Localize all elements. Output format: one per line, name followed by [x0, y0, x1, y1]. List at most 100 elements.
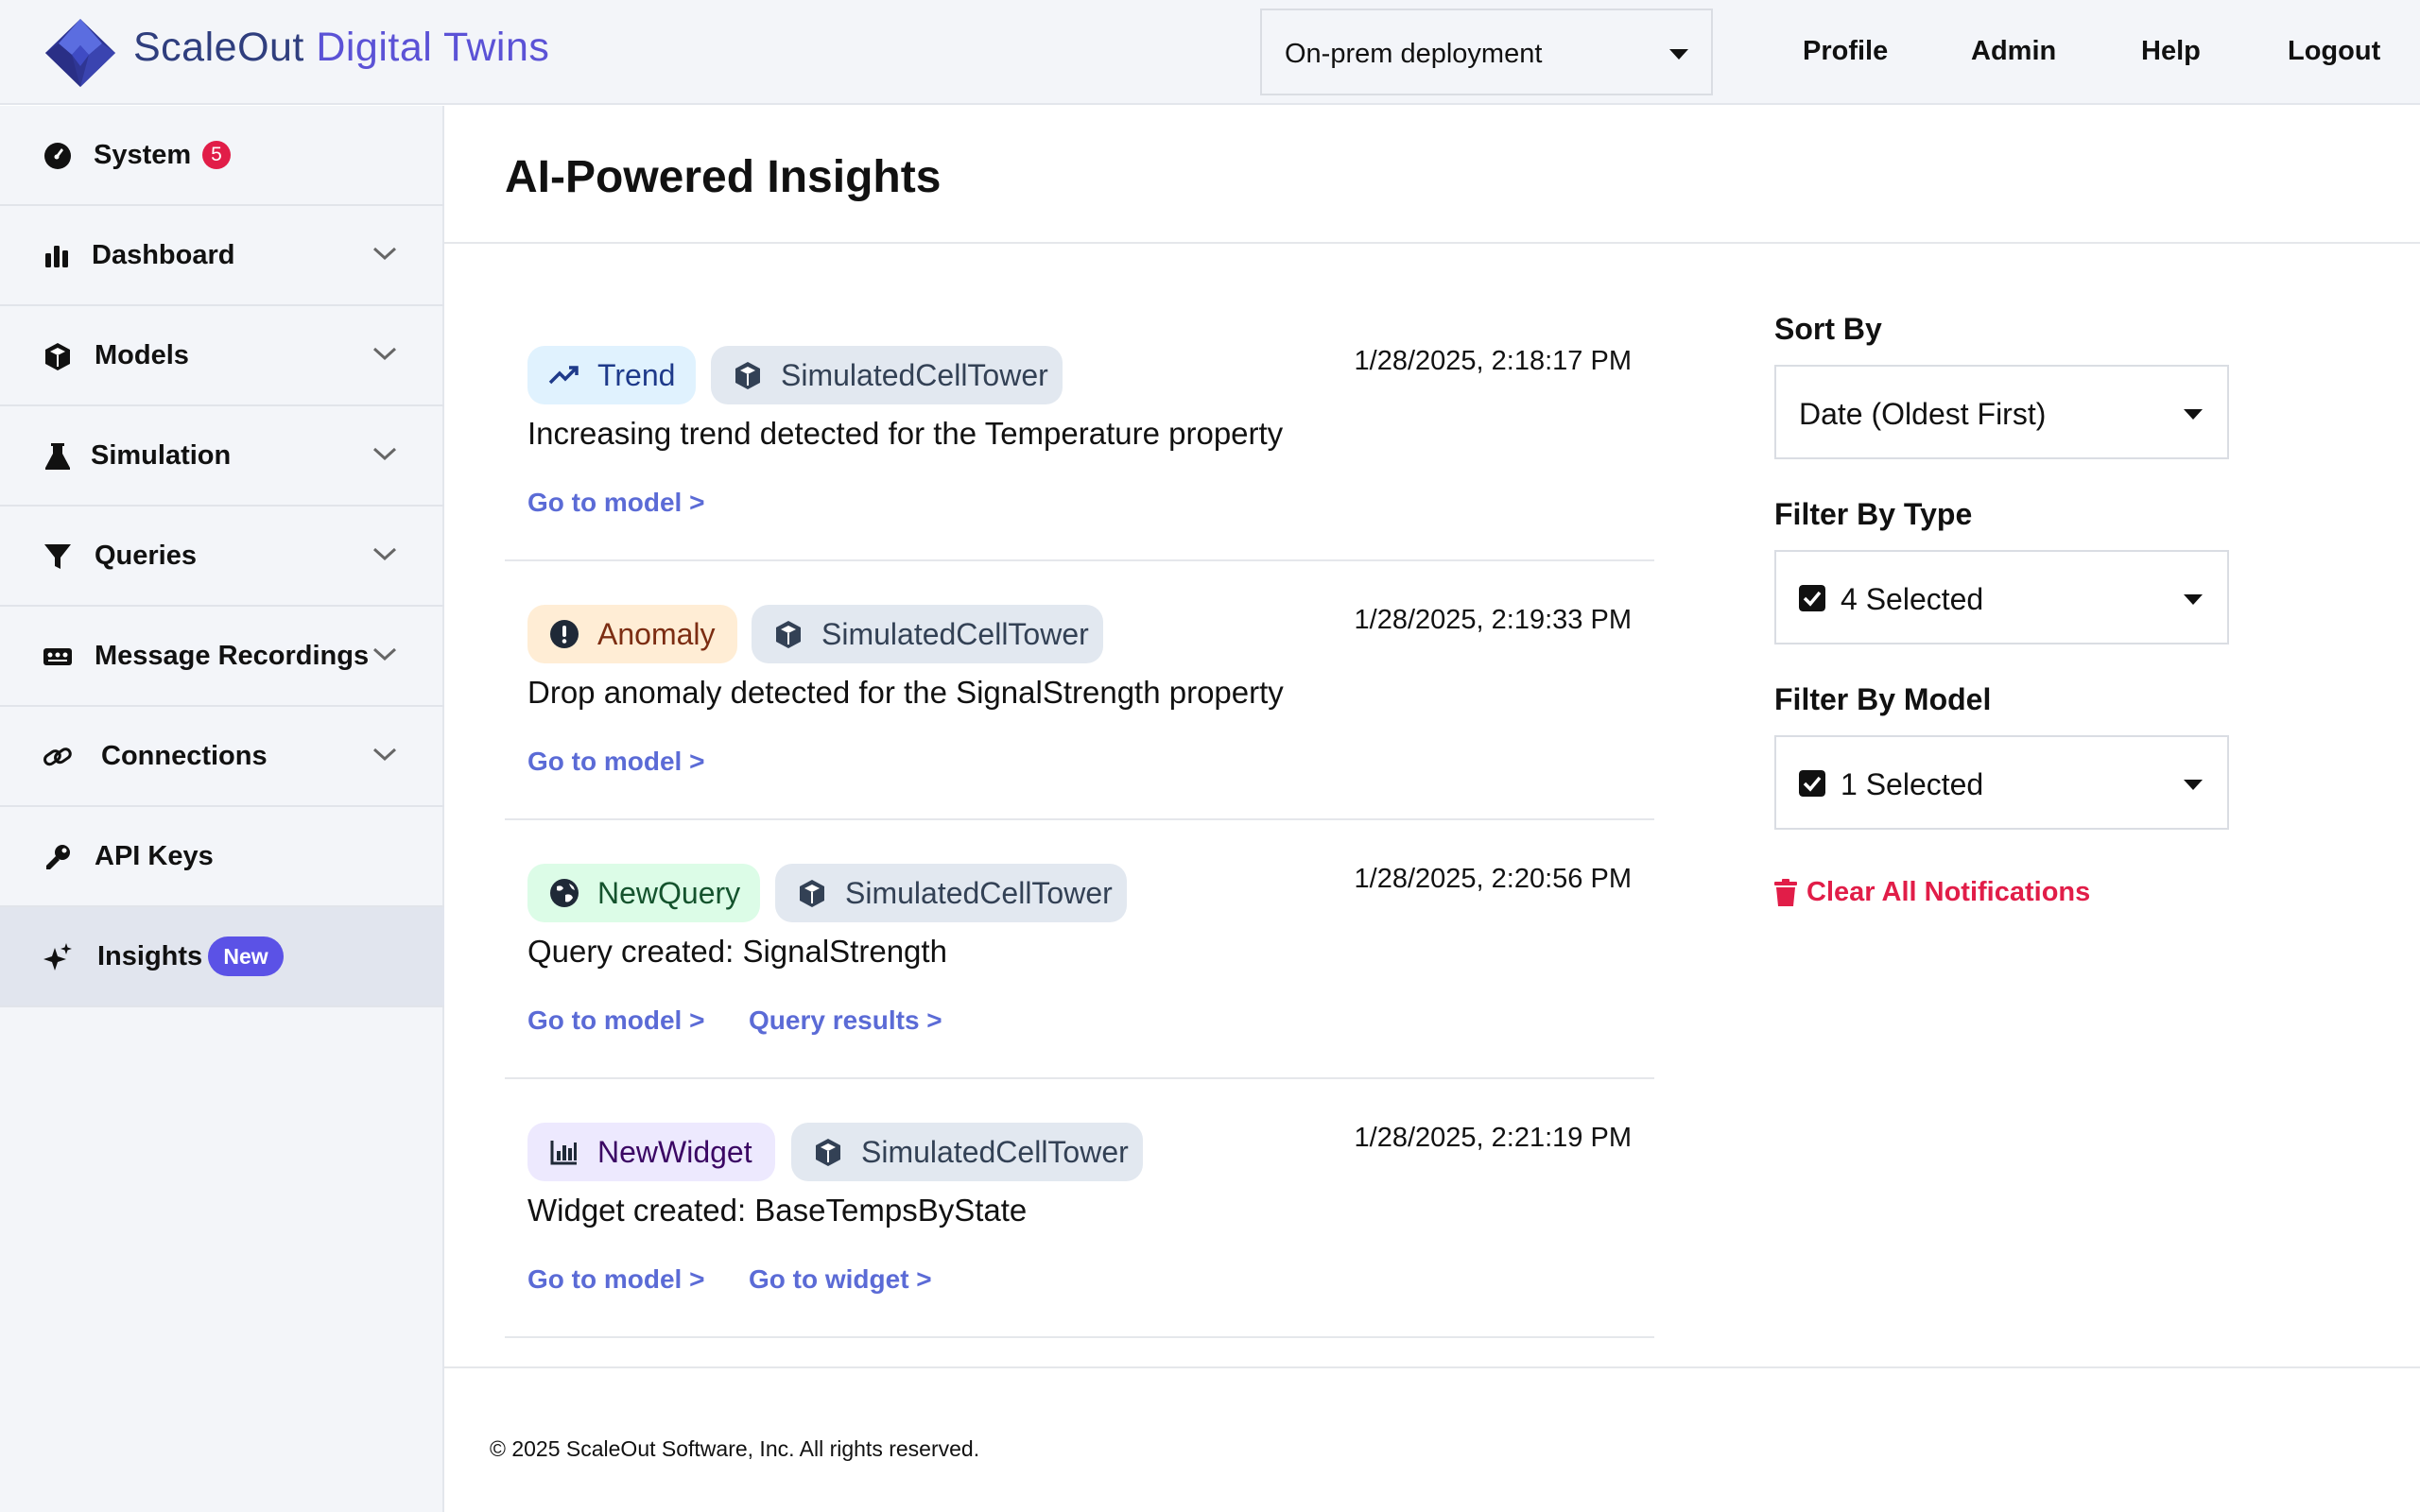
cube-icon: [45, 343, 70, 370]
insight-timestamp: 1/28/2025, 2:20:56 PM: [1354, 864, 1632, 894]
divider: [444, 242, 2420, 244]
chevron-down-icon[interactable]: [372, 644, 398, 663]
checkbox-checked-icon: [1799, 770, 1825, 797]
insight-type-chip: Anomaly: [527, 605, 737, 663]
sort-by-label: Sort By: [1774, 312, 1882, 346]
sidebar-item-label: Connections: [101, 741, 268, 771]
trash-icon: [1774, 879, 1797, 906]
sidebar-item-label: Models: [95, 340, 189, 370]
sidebar-item-queries[interactable]: Queries: [0, 507, 444, 607]
deployment-select[interactable]: On-prem deployment: [1260, 9, 1713, 95]
model-chip: SimulatedCellTower: [775, 864, 1127, 922]
filter-by-type-select[interactable]: 4 Selected: [1774, 550, 2229, 644]
insight-timestamp: 1/28/2025, 2:21:19 PM: [1354, 1123, 1632, 1153]
brand-product: Digital Twins: [316, 25, 550, 70]
insight-card: Trend SimulatedCellTower 1/28/2025, 2:18…: [505, 302, 1654, 561]
sidebar-item-api-keys[interactable]: API Keys: [0, 807, 444, 907]
insight-type-chip: Trend: [527, 346, 696, 404]
scaleout-logo-icon[interactable]: [43, 17, 117, 89]
model-label: SimulatedCellTower: [821, 617, 1089, 651]
checkbox-checked-icon: [1799, 585, 1825, 611]
insight-type-label: Anomaly: [597, 617, 716, 651]
chevron-down-icon[interactable]: [372, 244, 398, 263]
sidebar-item-label: System: [94, 140, 192, 170]
cube-icon: [816, 1139, 840, 1166]
filter-by-type-label: Filter By Type: [1774, 497, 1973, 531]
chart-icon: [550, 1141, 577, 1165]
model-chip: SimulatedCellTower: [752, 605, 1103, 663]
chevron-down-icon[interactable]: [372, 745, 398, 764]
app-title[interactable]: ScaleOut Digital Twins: [133, 25, 549, 71]
sidebar-item-message-recordings[interactable]: Message Recordings: [0, 607, 444, 707]
model-chip: SimulatedCellTower: [791, 1123, 1143, 1181]
filter-icon: [44, 544, 71, 569]
recording-icon: [43, 648, 72, 665]
sidebar-item-label: API Keys: [95, 841, 214, 871]
sidebar-item-simulation[interactable]: Simulation: [0, 406, 444, 507]
go-to-model-link[interactable]: Go to model >: [527, 747, 704, 777]
sidebar-item-dashboard[interactable]: Dashboard: [0, 206, 444, 306]
sidebar-item-label: Dashboard: [92, 240, 235, 270]
go-to-model-link[interactable]: Go to model >: [527, 488, 704, 518]
caret-down-icon: [2184, 409, 2203, 420]
insight-message: Widget created: BaseTempsByState: [527, 1193, 1028, 1228]
insight-timestamp: 1/28/2025, 2:18:17 PM: [1354, 346, 1632, 376]
go-to-model-link[interactable]: Go to model >: [527, 1264, 704, 1295]
chevron-down-icon[interactable]: [372, 344, 398, 363]
insight-message: Increasing trend detected for the Temper…: [527, 416, 1284, 451]
sort-by-value: Date (Oldest First): [1799, 397, 2047, 431]
model-label: SimulatedCellTower: [781, 358, 1048, 392]
nav-logout-link[interactable]: Logout: [2288, 36, 2380, 67]
sidebar-item-system[interactable]: System 5: [0, 106, 444, 206]
chevron-down-icon[interactable]: [372, 544, 398, 563]
sidebar-item-models[interactable]: Models: [0, 306, 444, 406]
chevron-down-icon[interactable]: [372, 444, 398, 463]
model-chip: SimulatedCellTower: [711, 346, 1063, 404]
caret-down-icon: [1669, 49, 1688, 60]
clear-all-label: Clear All Notifications: [1806, 877, 2091, 907]
sparkle-icon: [43, 943, 72, 971]
brand-name: ScaleOut: [133, 25, 304, 70]
sidebar-item-label: Queries: [95, 541, 197, 571]
cube-icon: [776, 621, 801, 648]
filter-by-model-label: Filter By Model: [1774, 682, 1992, 716]
go-to-model-link[interactable]: Go to model >: [527, 1005, 704, 1036]
sidebar-item-label: Simulation: [91, 440, 232, 471]
trending-up-icon: [548, 366, 579, 385]
nav-profile-link[interactable]: Profile: [1803, 36, 1888, 67]
flask-icon: [45, 443, 70, 470]
insight-timestamp: 1/28/2025, 2:19:33 PM: [1354, 605, 1632, 635]
sidebar-item-label: Insights: [97, 941, 203, 971]
sidebar-item-label: Message Recordings: [95, 641, 370, 671]
deployment-value: On-prem deployment: [1285, 39, 1543, 69]
sidebar-item-connections[interactable]: Connections: [0, 707, 444, 807]
globe-icon: [550, 879, 579, 907]
gauge-icon: [44, 143, 71, 169]
go-to-widget-link[interactable]: Go to widget >: [749, 1264, 932, 1295]
insight-type-label: Trend: [597, 358, 676, 392]
sidebar-item-insights[interactable]: Insights New: [0, 907, 444, 1007]
filter-by-type-value: 4 Selected: [1841, 582, 1984, 616]
query-results-link[interactable]: Query results >: [749, 1005, 942, 1036]
cube-icon: [735, 362, 760, 389]
cube-icon: [800, 880, 824, 907]
alert-circle-icon: [550, 620, 579, 648]
insight-card: NewQuery SimulatedCellTower 1/28/2025, 2…: [505, 820, 1654, 1079]
insight-card: Anomaly SimulatedCellTower 1/28/2025, 2:…: [505, 561, 1654, 820]
top-header: ScaleOut Digital Twins On-prem deploymen…: [0, 0, 2420, 105]
insight-type-label: NewWidget: [597, 1135, 752, 1169]
sort-by-select[interactable]: Date (Oldest First): [1774, 365, 2229, 459]
notification-count-badge: 5: [202, 141, 231, 169]
filter-by-model-value: 1 Selected: [1841, 767, 1984, 801]
caret-down-icon: [2184, 594, 2203, 605]
nav-help-link[interactable]: Help: [2141, 36, 2201, 67]
insight-type-chip: NewWidget: [527, 1123, 775, 1181]
link-icon: [43, 747, 72, 766]
filter-by-model-select[interactable]: 1 Selected: [1774, 735, 2229, 830]
insight-type-label: NewQuery: [597, 876, 741, 910]
nav-admin-link[interactable]: Admin: [1971, 36, 2056, 67]
caret-down-icon: [2184, 780, 2203, 790]
bar-chart-icon: [45, 246, 68, 267]
page-title: AI-Powered Insights: [505, 152, 942, 202]
insight-message: Query created: SignalStrength: [527, 934, 947, 969]
